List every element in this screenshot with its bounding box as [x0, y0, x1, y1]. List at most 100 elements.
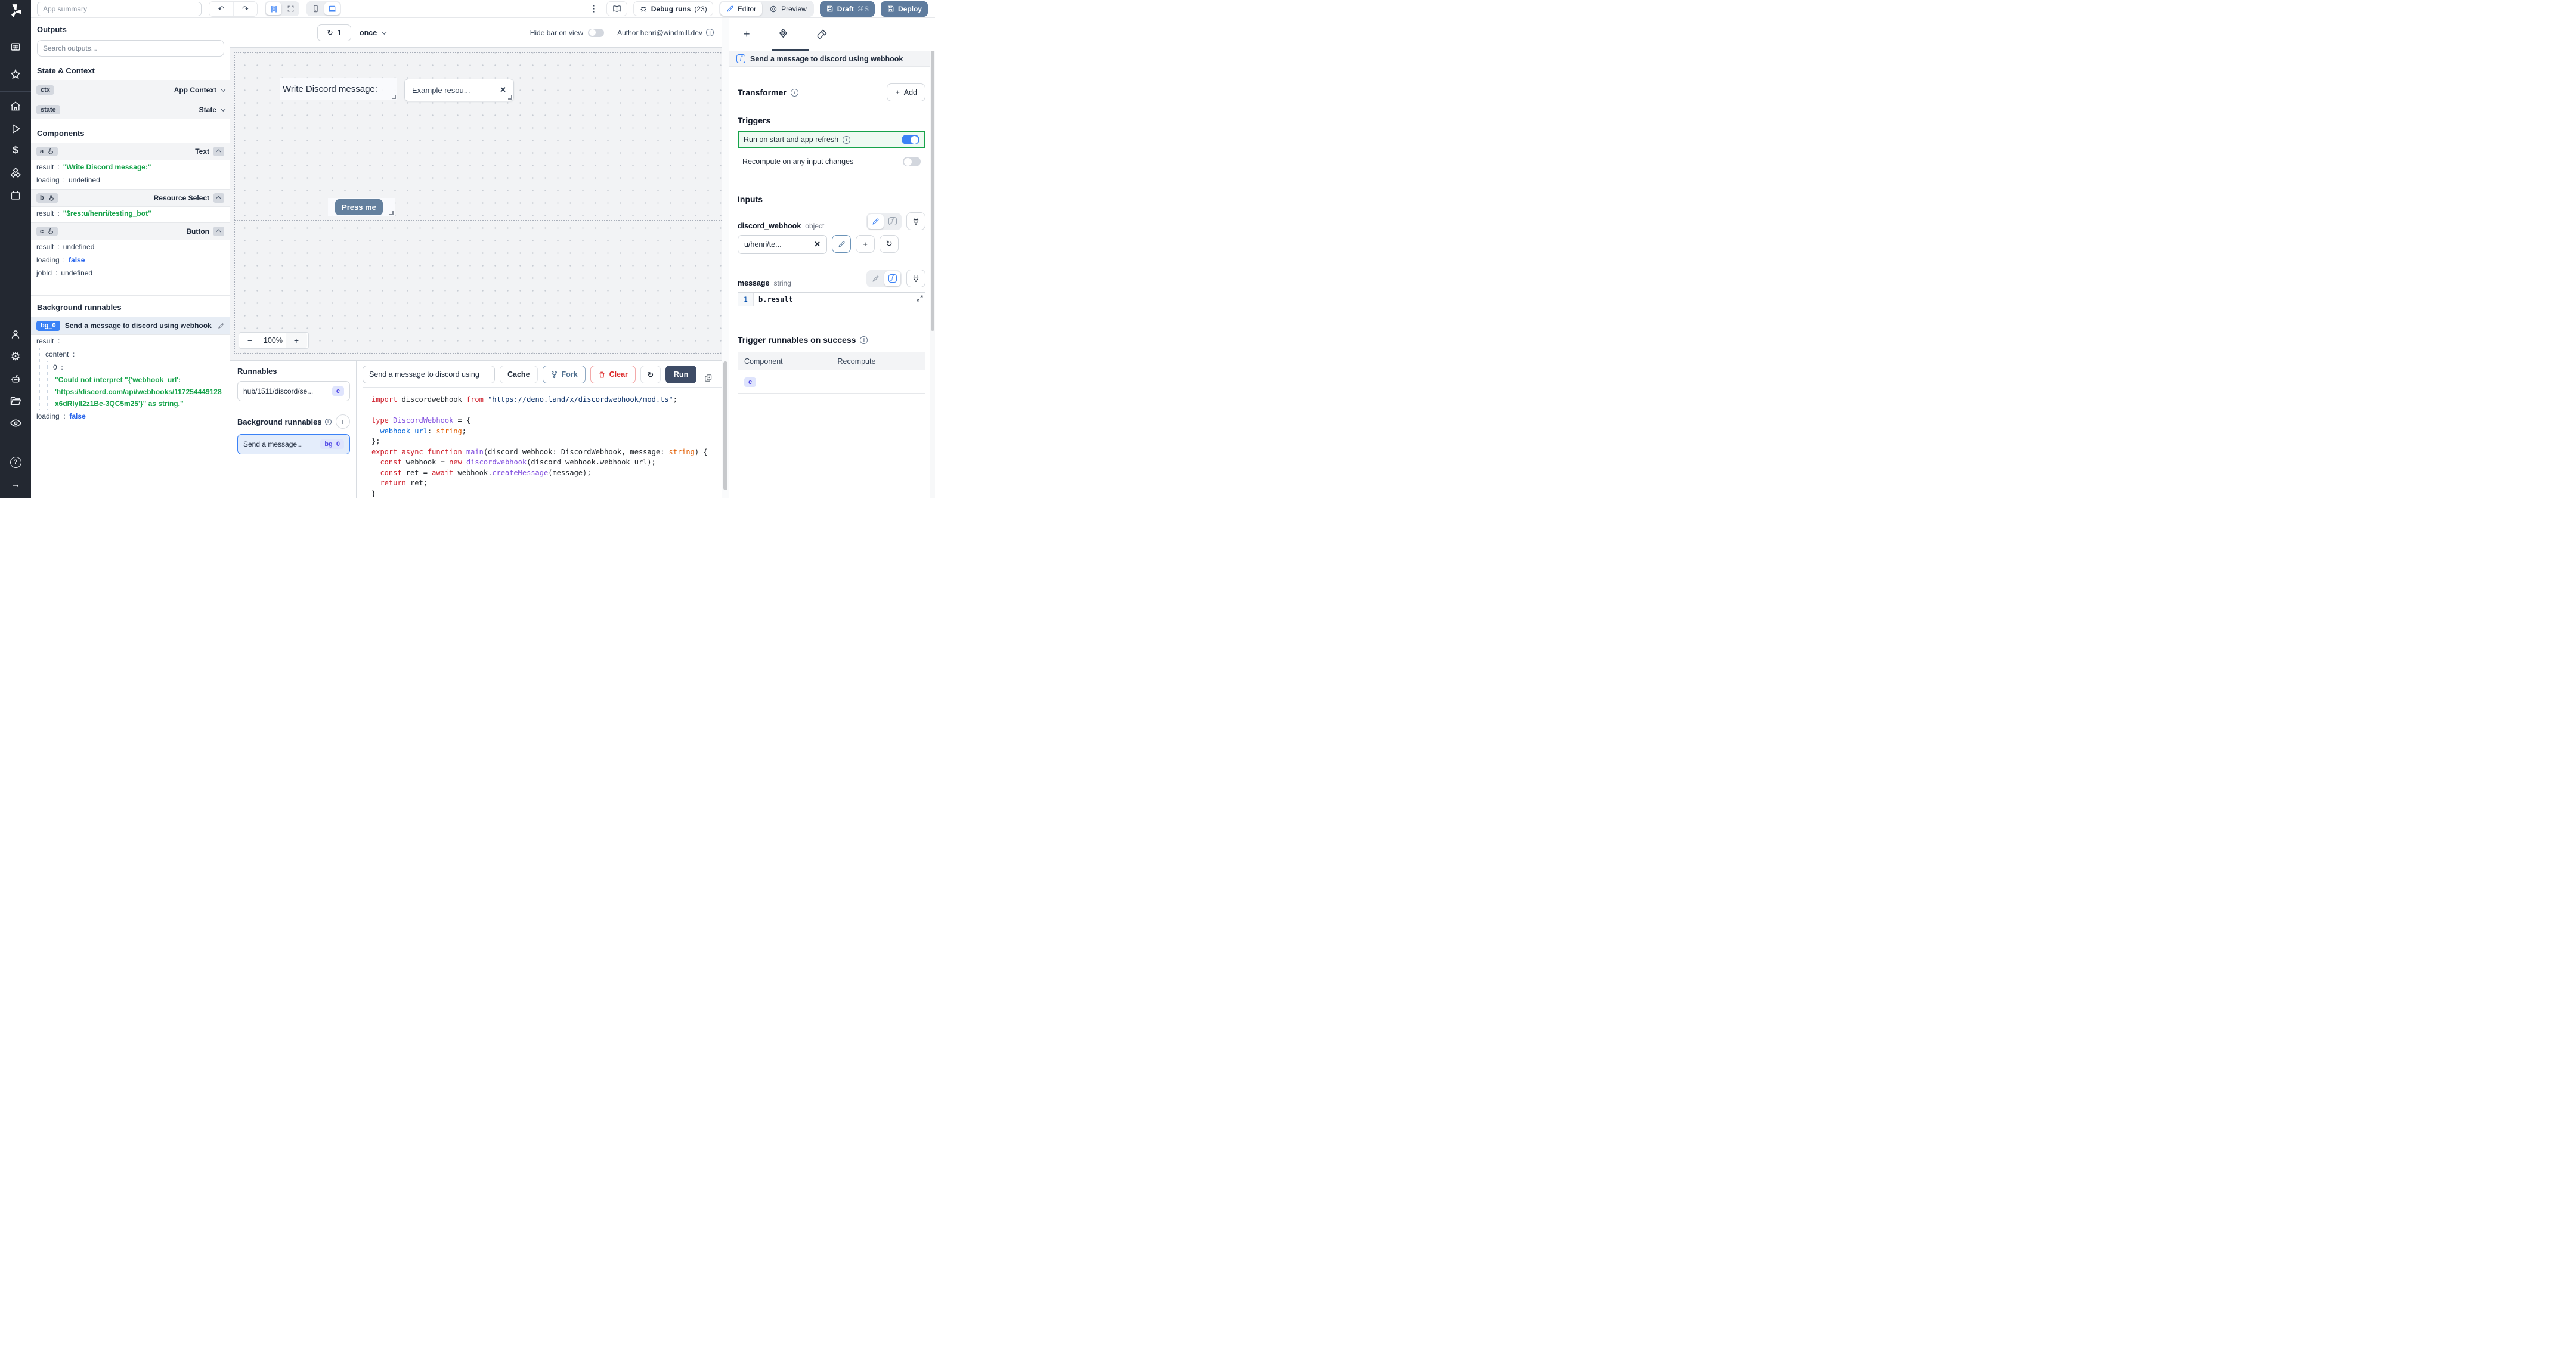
arrow-right-icon[interactable]: →	[8, 478, 23, 492]
refresh-mode-dropdown[interactable]: once	[360, 29, 387, 37]
collapse-icon[interactable]	[213, 147, 224, 156]
collapse-icon[interactable]	[213, 193, 224, 203]
component-settings-tab[interactable]	[778, 29, 789, 40]
cubes-icon[interactable]	[8, 166, 23, 180]
expand-icon[interactable]	[916, 295, 924, 302]
app-summary-input[interactable]	[37, 1, 202, 16]
static-mode-pencil-icon[interactable]	[868, 213, 884, 229]
active-tab-underline	[772, 49, 809, 51]
center-scrollbar[interactable]	[722, 18, 729, 498]
desktop-icon[interactable]	[324, 2, 340, 15]
tab-editor[interactable]: Editor	[720, 2, 763, 16]
right-scrollbar[interactable]	[930, 51, 935, 498]
gear-icon[interactable]: ⚙	[8, 349, 23, 364]
star-icon[interactable]	[8, 67, 23, 82]
runnable-badge: bg_0	[320, 439, 344, 449]
clear-resource-icon[interactable]: ✕	[814, 240, 821, 249]
help-icon[interactable]: ?	[8, 455, 23, 469]
text-component[interactable]: Write Discord message:	[280, 78, 397, 100]
calendar-icon[interactable]	[8, 188, 23, 203]
code-editor[interactable]: import discordwebhook from "https://deno…	[363, 387, 722, 498]
refresh-count-button[interactable]: ↻ 1	[317, 24, 351, 41]
clear-button[interactable]: Clear	[590, 366, 636, 383]
connect-plug-icon[interactable]	[906, 270, 925, 287]
edit-pencil-icon[interactable]	[218, 323, 224, 329]
center-align-toggle[interactable]: |0|	[266, 2, 281, 15]
add-transformer-button[interactable]: + Add	[887, 83, 925, 101]
component-a-header[interactable]: a Text	[31, 143, 230, 160]
app-window-icon[interactable]	[8, 40, 23, 54]
folder-icon[interactable]	[8, 394, 23, 408]
run-on-start-toggle[interactable]	[902, 135, 919, 144]
refresh-resource-button[interactable]: ↻	[880, 235, 899, 253]
scrollbar-thumb[interactable]	[723, 361, 727, 490]
resize-handle[interactable]	[389, 211, 394, 215]
runnables-title: Runnables	[237, 367, 277, 376]
collapse-icon[interactable]	[213, 227, 224, 236]
add-resource-button[interactable]: +	[856, 235, 875, 253]
tab-preview[interactable]: Preview	[763, 2, 813, 16]
edit-resource-button[interactable]	[832, 235, 851, 253]
draft-button[interactable]: Draft ⌘S	[819, 1, 875, 17]
ctx-row[interactable]: ctx App Context	[31, 80, 230, 100]
reload-icon-button[interactable]: ↻	[640, 366, 661, 383]
state-row[interactable]: state State	[31, 100, 230, 119]
static-mode-pencil-icon[interactable]	[868, 271, 884, 286]
search-outputs-input[interactable]	[37, 40, 224, 57]
more-menu-icon[interactable]: ⋮	[587, 4, 600, 14]
copy-code-icon[interactable]	[704, 374, 713, 382]
preview-eye-icon	[769, 5, 778, 13]
user-icon[interactable]	[8, 327, 23, 342]
field-type: object	[805, 222, 825, 230]
output-row: result: "Write Discord message:"	[36, 163, 151, 171]
windmill-logo-icon[interactable]	[8, 3, 23, 18]
dollar-icon[interactable]: $	[8, 143, 23, 157]
mobile-icon[interactable]	[308, 2, 323, 15]
eval-mode-icon[interactable]: ƒ	[884, 214, 900, 229]
fullscreen-icon[interactable]	[283, 2, 298, 15]
rail-divider	[0, 91, 31, 92]
info-icon: i	[843, 135, 851, 144]
eye-icon[interactable]	[8, 416, 23, 430]
message-expression-editor[interactable]: 1 b.result	[738, 292, 925, 306]
component-b-header[interactable]: b Resource Select	[31, 189, 230, 207]
runnable-item[interactable]: hub/1511/discord/se... c	[237, 381, 350, 401]
zoom-in-button[interactable]: +	[286, 333, 307, 348]
add-component-tab[interactable]: +	[744, 28, 750, 41]
resource-picker[interactable]: u/henri/te... ✕	[738, 235, 827, 254]
bg-runnable-item-selected[interactable]: Send a message... bg_0	[237, 434, 350, 454]
run-button[interactable]: Run	[665, 366, 697, 383]
field-type: string	[773, 279, 791, 287]
hand-pointer-icon	[48, 194, 55, 202]
cache-button[interactable]: Cache	[500, 366, 538, 383]
add-bg-runnable-button[interactable]: +	[336, 414, 350, 429]
app-canvas[interactable]: Write Discord message: Example resou... …	[230, 48, 722, 360]
play-icon[interactable]	[8, 122, 23, 136]
bg0-row[interactable]: bg_0 Send a message to discord using web…	[31, 317, 230, 335]
redo-button[interactable]: ↷	[233, 1, 257, 16]
home-icon[interactable]	[8, 99, 23, 113]
runnable-name-input[interactable]	[363, 366, 495, 383]
scrollbar-thumb[interactable]	[931, 51, 934, 331]
resource-select-component[interactable]: Example resou... ✕	[404, 79, 514, 101]
output-row: loading: false	[36, 256, 85, 264]
app-grid-bottom-edge[interactable]	[235, 220, 722, 221]
fork-button[interactable]: Fork	[542, 366, 586, 383]
hide-bar-toggle[interactable]	[588, 28, 605, 37]
component-c-header[interactable]: c Button	[31, 222, 230, 240]
zoom-out-button[interactable]: −	[239, 333, 261, 348]
resize-handle[interactable]	[508, 95, 512, 100]
eval-mode-icon[interactable]: ƒ	[884, 271, 900, 286]
recompute-toggle[interactable]	[903, 157, 921, 166]
robot-icon[interactable]	[8, 371, 23, 386]
press-me-button[interactable]: Press me	[335, 199, 383, 215]
debug-runs-button[interactable]: Debug runs (23)	[633, 1, 713, 16]
deploy-button[interactable]: Deploy	[880, 1, 928, 17]
resize-handle[interactable]	[392, 95, 396, 99]
theme-tab[interactable]	[816, 29, 828, 40]
line-number: 1	[738, 293, 754, 306]
undo-button[interactable]: ↶	[209, 1, 233, 16]
connect-plug-icon[interactable]	[906, 212, 925, 230]
clear-selection-icon[interactable]: ✕	[500, 85, 506, 95]
docs-button[interactable]	[606, 1, 627, 16]
